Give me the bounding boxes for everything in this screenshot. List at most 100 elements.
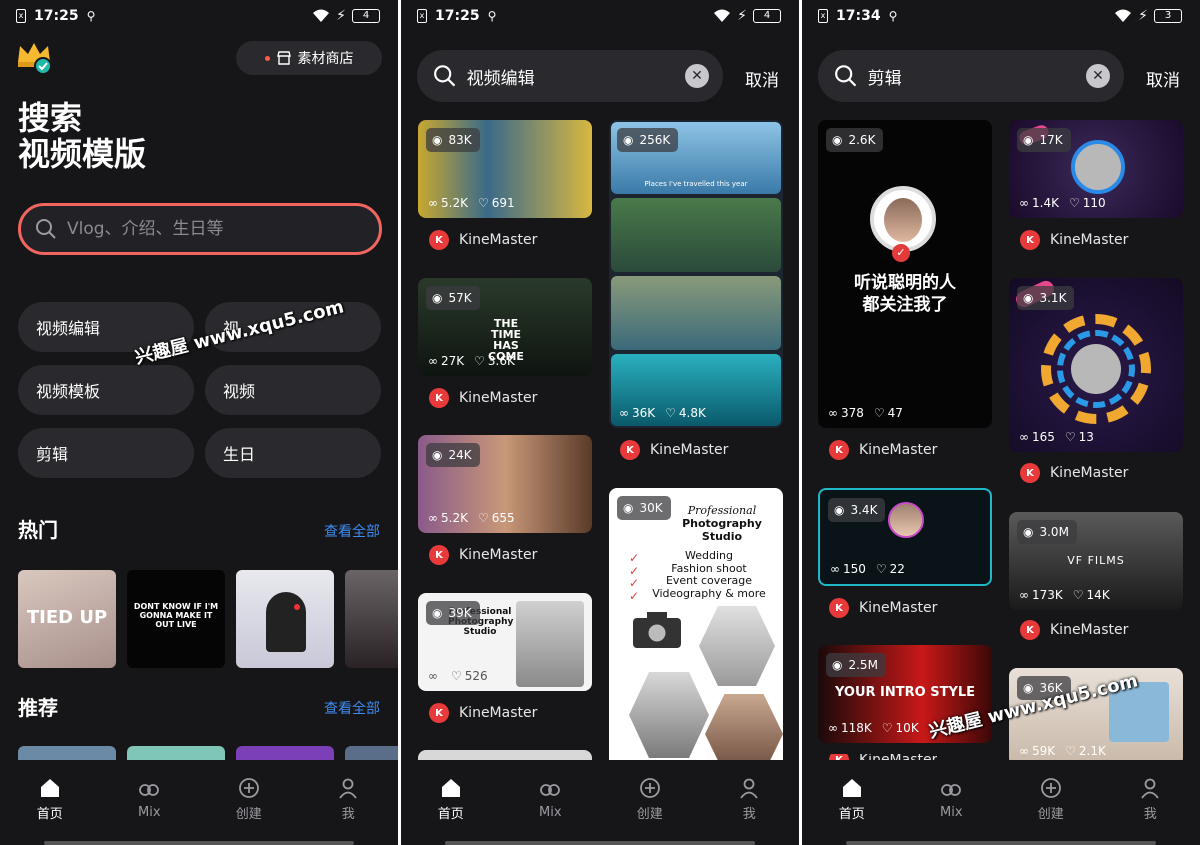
hot-thumbnail[interactable] (345, 570, 398, 668)
card-author[interactable]: K KineMaster (429, 703, 537, 723)
hot-see-all-link[interactable]: 查看全部 (324, 521, 380, 541)
template-card[interactable]: ◉ 83K ∞ 5.2K ♡ 691 (418, 120, 592, 218)
nav-mix-label: Mix (538, 805, 562, 820)
mix-icon (139, 784, 160, 796)
page-title-line2: 视频模版 (18, 135, 147, 173)
chip-edit[interactable]: 剪辑 (18, 428, 194, 478)
likes-count-value: 526 (464, 669, 488, 683)
profile-icon (1141, 778, 1159, 799)
template-card[interactable]: VF FILMS ◉ 3.0M ∞ 173K ♡ 14K (1009, 512, 1183, 610)
eye-icon: ◉ (834, 503, 845, 517)
card-author[interactable]: K KineMaster (1020, 463, 1128, 483)
likes-count: ♡ 47 (873, 406, 903, 420)
hot-thumbnail[interactable] (236, 570, 334, 668)
nav-mix-label: Mix (939, 805, 963, 820)
card-caption-line: 听说聪明的人 (854, 273, 956, 293)
template-card[interactable]: ◉ 3.1K ∞ 165 ♡ 13 (1009, 278, 1183, 452)
search-bar[interactable]: ✕ (818, 50, 1124, 102)
card-author[interactable]: K KineMaster (620, 440, 728, 460)
nav-home[interactable]: 首页 (10, 777, 90, 822)
search-results-panel-edit: x 17:34 ⚲ ⚡ 3 ✕ 取消 ✓ 听说聪明的人 都关注我了 ◉ 2.6K … (802, 0, 1200, 845)
card-author[interactable]: K KineMaster (1020, 230, 1128, 250)
nav-profile[interactable]: 我 (709, 777, 789, 822)
premium-crown-icon[interactable] (16, 40, 52, 74)
search-bar[interactable] (18, 203, 382, 255)
asset-store-label: 素材商店 (297, 51, 354, 67)
hot-thumbnails: TIED UP DONT KNOW IF I'M GONNA MAKE IT O… (18, 570, 398, 668)
recommend-see-all-link[interactable]: 查看全部 (324, 698, 380, 718)
kinemaster-logo-icon: K (429, 230, 449, 250)
nav-mix[interactable]: Mix (109, 779, 189, 820)
view-count-value: 30K (639, 501, 663, 515)
asset-store-button[interactable]: 素材商店 (236, 41, 382, 75)
template-card-tall[interactable]: ✓ 听说聪明的人 都关注我了 ◉ 2.6K ∞ 378 ♡ 47 (818, 120, 992, 428)
card-stats: ∞ 165 ♡ 13 (1019, 430, 1094, 444)
likes-count: ♡ 2.1K (1065, 744, 1106, 758)
eye-icon: ◉ (1023, 291, 1034, 305)
author-name: KineMaster (650, 442, 729, 458)
card-stats: ∞ 27K ♡ 3.6K (428, 354, 515, 368)
hot-thumbnail[interactable]: DONT KNOW IF I'M GONNA MAKE IT OUT LIVE (127, 570, 225, 668)
likes-count-value: 13 (1078, 430, 1094, 444)
card-author[interactable]: K KineMaster (1020, 620, 1128, 640)
uses-count-value: 173K (1032, 588, 1063, 602)
status-bar: x 17:34 ⚲ ⚡ 3 (802, 0, 1200, 32)
likes-count: ♡ 3.6K (474, 354, 515, 368)
template-card-tall[interactable]: Places I've travelled this year ◉ 256K ∞ … (609, 120, 783, 428)
likes-count: ♡ 14K (1072, 588, 1110, 602)
nav-profile[interactable]: 我 (308, 777, 388, 822)
uses-count: ∞ 173K (1019, 588, 1063, 602)
recommend-section-title: 推荐 (18, 696, 58, 720)
chip-birthday[interactable]: 生日 (205, 428, 381, 478)
view-count-value: 39K (448, 606, 472, 620)
card-author[interactable]: K KineMaster (829, 440, 937, 460)
template-card-tall[interactable]: Professional Photography Studio Wedding … (609, 488, 783, 770)
uses-count: ∞ 378 (828, 406, 864, 420)
nav-create[interactable]: 创建 (610, 777, 690, 822)
clear-search-button[interactable]: ✕ (685, 64, 709, 88)
chip-video-template[interactable]: 视频模板 (18, 365, 194, 415)
template-card[interactable]: ◉ 24K ∞ 5.2K ♡ 655 (418, 435, 592, 533)
card-photo (516, 601, 584, 687)
uses-count: ∞ 5.2K (428, 196, 468, 210)
clear-search-button[interactable]: ✕ (1086, 64, 1110, 88)
search-input[interactable] (67, 219, 327, 239)
template-card[interactable]: ◉ 17K ∞ 1.4K ♡ 110 (1009, 120, 1183, 218)
create-icon (639, 778, 660, 798)
card-text-line: Professional (687, 504, 757, 517)
uses-count: ∞ 27K (428, 354, 465, 368)
cancel-button[interactable]: 取消 (1146, 66, 1180, 91)
card-author[interactable]: K KineMaster (429, 545, 537, 565)
card-stats: ∞ ♡ 526 (428, 669, 488, 683)
nav-home[interactable]: 首页 (812, 777, 892, 822)
card-text-line: Videography & more (652, 586, 766, 600)
card-author[interactable]: K KineMaster (429, 388, 537, 408)
card-author[interactable]: K KineMaster (429, 230, 537, 250)
likes-count: ♡ 526 (451, 669, 488, 683)
profile-icon (339, 778, 357, 799)
eye-icon: ◉ (432, 606, 443, 620)
card-author[interactable]: K KineMaster (829, 598, 937, 618)
charging-icon: ⚡ (737, 8, 747, 24)
status-time: 17:25 (34, 8, 79, 24)
template-card[interactable]: Professional Photography Studio ◉ 39K ∞ ♡… (418, 593, 592, 691)
template-card[interactable]: ◉ 3.4K ∞ 150 ♡ 22 (818, 488, 992, 586)
sim-icon: x (16, 9, 26, 23)
nav-profile[interactable]: 我 (1110, 777, 1190, 822)
nav-create[interactable]: 创建 (209, 777, 289, 822)
nav-home[interactable]: 首页 (411, 777, 491, 822)
hot-thumbnail[interactable]: TIED UP (18, 570, 116, 668)
search-icon (835, 65, 857, 87)
bottom-navigation: 首页 Mix 创建 我 (401, 760, 799, 845)
view-count: ◉ 17K (1017, 128, 1071, 152)
cancel-button[interactable]: 取消 (745, 66, 779, 91)
nav-create[interactable]: 创建 (1011, 777, 1091, 822)
nav-mix[interactable]: Mix (510, 779, 590, 820)
kinemaster-logo-icon: K (1020, 230, 1040, 250)
view-count: ◉ 3.0M (1017, 520, 1077, 544)
search-bar[interactable]: ✕ (417, 50, 723, 102)
page-title-line1: 搜索 (18, 99, 83, 137)
template-card[interactable]: THE TIME HAS COME ◉ 57K ∞ 27K ♡ 3.6K (418, 278, 592, 376)
chip-video[interactable]: 视频 (205, 365, 381, 415)
nav-mix[interactable]: Mix (911, 779, 991, 820)
